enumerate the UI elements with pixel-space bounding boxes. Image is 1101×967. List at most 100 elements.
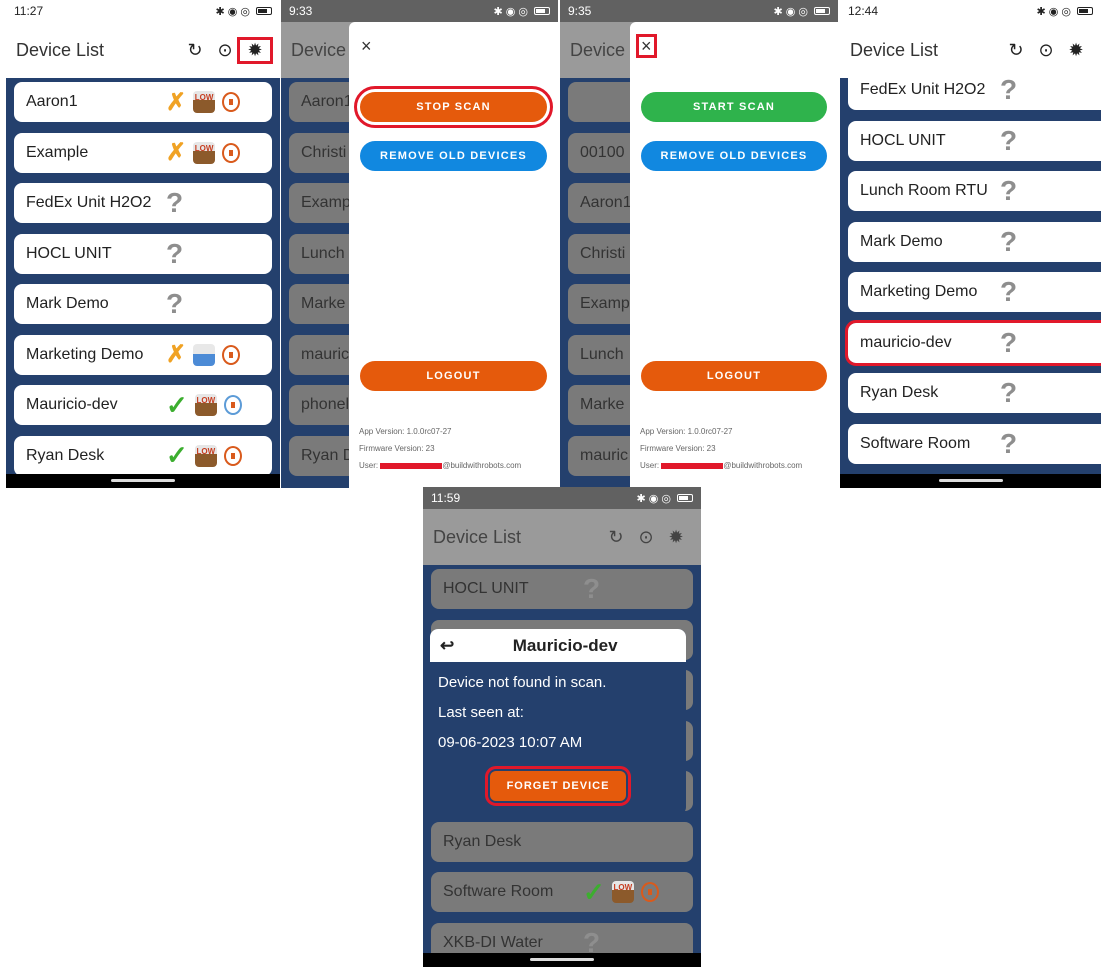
- last-seen-label: Last seen at:: [438, 704, 524, 721]
- status-bar: 9:35 ✱ ◉ ◎: [560, 0, 838, 22]
- level-icon: LOW: [194, 444, 217, 467]
- list-item[interactable]: Software Room ✓ LOW: [431, 872, 693, 912]
- gear-icon[interactable]: ✹: [661, 527, 691, 548]
- logout-button[interactable]: LOGOUT: [360, 361, 547, 391]
- device-name: FedEx Unit H2O2: [26, 194, 152, 211]
- list-item[interactable]: Ryan Desk?: [848, 373, 1101, 413]
- refresh-icon[interactable]: ↻: [180, 40, 210, 61]
- list-item[interactable]: HOCL UNIT?: [431, 569, 693, 609]
- status-icons: ?: [166, 288, 183, 320]
- list-item[interactable]: Ryan Desk: [431, 821, 693, 862]
- disconnected-icon: ✗: [166, 139, 187, 166]
- list-item[interactable]: Marketing Demo ✗ LOW: [14, 334, 272, 375]
- modal-title: Mauricio-dev: [512, 635, 618, 655]
- remove-old-devices-button[interactable]: REMOVE OLD DEVICES: [360, 141, 547, 171]
- device-modal: ↩ Mauricio-dev Device not found in scan. …: [430, 629, 686, 815]
- device-name: Ryan Desk: [860, 384, 939, 401]
- device-name: Ryan Desk: [443, 832, 522, 850]
- status-icons: ?: [1000, 175, 1017, 207]
- list-item[interactable]: Marketing Demo?: [848, 272, 1101, 312]
- start-scan-button[interactable]: START SCAN: [641, 92, 827, 122]
- forget-device-button[interactable]: FORGET DEVICE: [485, 766, 631, 806]
- gear-icon[interactable]: ✹: [1061, 40, 1091, 61]
- screen-5: 11:59 ✱ ◉ ◎ Device List ↻ ⊙ ✹ HOCL UNIT? R…: [423, 487, 701, 967]
- gear-icon[interactable]: ✹: [237, 36, 273, 64]
- logout-button[interactable]: LOGOUT: [641, 361, 827, 391]
- page-title: Device List: [433, 526, 522, 547]
- list-item[interactable]: HOCL UNIT?: [14, 233, 272, 274]
- device-name: Mauricio-dev: [26, 396, 118, 413]
- connected-icon: ✓: [583, 876, 605, 907]
- nav-bar: [840, 474, 1101, 488]
- list-item[interactable]: FedEx Unit H2O2?: [14, 183, 272, 223]
- list-item[interactable]: Lunch Room RTU?: [848, 171, 1101, 211]
- lock-icon: [223, 445, 242, 466]
- device-name: Marketing Demo: [26, 345, 144, 363]
- device-name: Software Room: [860, 434, 971, 452]
- list-item[interactable]: Example ✗ LOW: [14, 132, 272, 173]
- app-header: Device List ↻ ⊙ ✹: [423, 509, 701, 565]
- screen-2: 9:33 ✱ ◉ ◎ Device Aaron1 Christi Examp Lunch…: [281, 0, 558, 488]
- close-icon[interactable]: ×: [361, 36, 372, 57]
- list-item[interactable]: Mauricio-dev ✓ LOW: [14, 385, 272, 425]
- stop-scan-button[interactable]: STOP SCAN: [354, 86, 553, 128]
- list-item[interactable]: Mark Demo?: [848, 221, 1101, 262]
- level-icon: LOW: [611, 881, 634, 903]
- device-list: Aaron1 ✗ LOW Example ✗ LOW FedEx Unit H2O2? HOC…: [14, 82, 272, 486]
- status-icons: ✓ LOW: [166, 440, 242, 471]
- unknown-icon: ?: [1000, 427, 1018, 459]
- device-name: Mark Demo: [26, 295, 109, 312]
- unknown-icon: ?: [166, 288, 184, 319]
- back-icon[interactable]: ↩: [440, 636, 454, 656]
- locate-icon[interactable]: ⊙: [1031, 40, 1061, 61]
- page-title: Device List: [16, 39, 105, 60]
- nav-bar: [6, 474, 280, 488]
- lock-icon: [223, 395, 242, 415]
- disconnected-icon: ✗: [166, 341, 187, 368]
- list-item[interactable]: HOCL UNIT?: [848, 120, 1101, 161]
- locate-icon[interactable]: ⊙: [210, 40, 240, 61]
- user-email: User: @buildwithrobots.com: [359, 461, 522, 470]
- settings-drawer: × START SCAN REMOVE OLD DEVICES LOGOUT A…: [630, 22, 838, 488]
- list-item[interactable]: Aaron1 ✗ LOW: [14, 82, 272, 122]
- device-name: Mark Demo: [860, 232, 943, 250]
- list-item[interactable]: Mark Demo?: [14, 284, 272, 324]
- list-item[interactable]: FedEx Unit H2O2?: [848, 70, 1101, 110]
- status-icons: ✗ LOW: [166, 340, 241, 369]
- firmware-version: Firmware Version: 23: [359, 444, 435, 453]
- list-item[interactable]: Software Room?: [848, 423, 1101, 464]
- list-item[interactable]: mauricio-dev?: [845, 319, 1101, 366]
- level-icon: LOW: [193, 91, 216, 113]
- status-icons: ✗ LOW: [166, 138, 241, 167]
- locate-icon[interactable]: ⊙: [631, 527, 661, 548]
- remove-old-devices-button[interactable]: REMOVE OLD DEVICES: [641, 141, 827, 171]
- device-name: HOCL UNIT: [26, 244, 112, 262]
- level-icon: LOW: [193, 141, 216, 164]
- unknown-icon: ?: [1000, 175, 1018, 206]
- lock-icon: [222, 344, 241, 365]
- connected-icon: ✓: [166, 440, 188, 470]
- refresh-icon[interactable]: ↻: [601, 527, 631, 548]
- user-email: User: @buildwithrobots.com: [640, 461, 803, 470]
- status-bar: 9:33 ✱ ◉ ◎: [281, 0, 558, 22]
- device-name: HOCL UNIT: [860, 131, 946, 149]
- screen-3: 9:35 ✱ ◉ ◎ Device 00100 Aaron1 Christi Examp…: [560, 0, 838, 488]
- lock-icon: [640, 882, 659, 902]
- close-icon[interactable]: ×: [636, 34, 657, 58]
- level-icon: LOW: [193, 343, 216, 366]
- status-icons: ?: [1000, 377, 1017, 409]
- lock-icon: [222, 142, 241, 163]
- device-name: Ryan Desk: [26, 446, 105, 464]
- list-item[interactable]: Ryan Desk ✓ LOW: [14, 435, 272, 476]
- unknown-icon: ?: [166, 187, 184, 218]
- disconnected-icon: ✗: [166, 88, 187, 116]
- status-icons: ?: [166, 187, 183, 219]
- status-icons: ?: [583, 573, 600, 605]
- refresh-icon[interactable]: ↻: [1001, 40, 1031, 61]
- device-list: FedEx Unit H2O2? HOCL UNIT? Lunch Room RTU…: [845, 70, 1101, 474]
- last-seen-value: 09-06-2023 10:07 AM: [438, 734, 583, 751]
- screen-4: 12:44 ✱ ◉ ◎ Device List ↻ ⊙ ✹ FedEx Unit …: [840, 0, 1101, 488]
- device-name: mauricio-dev: [860, 333, 952, 351]
- status-bar: 11:59 ✱ ◉ ◎: [423, 487, 701, 509]
- device-name: Lunch Room RTU: [860, 182, 988, 199]
